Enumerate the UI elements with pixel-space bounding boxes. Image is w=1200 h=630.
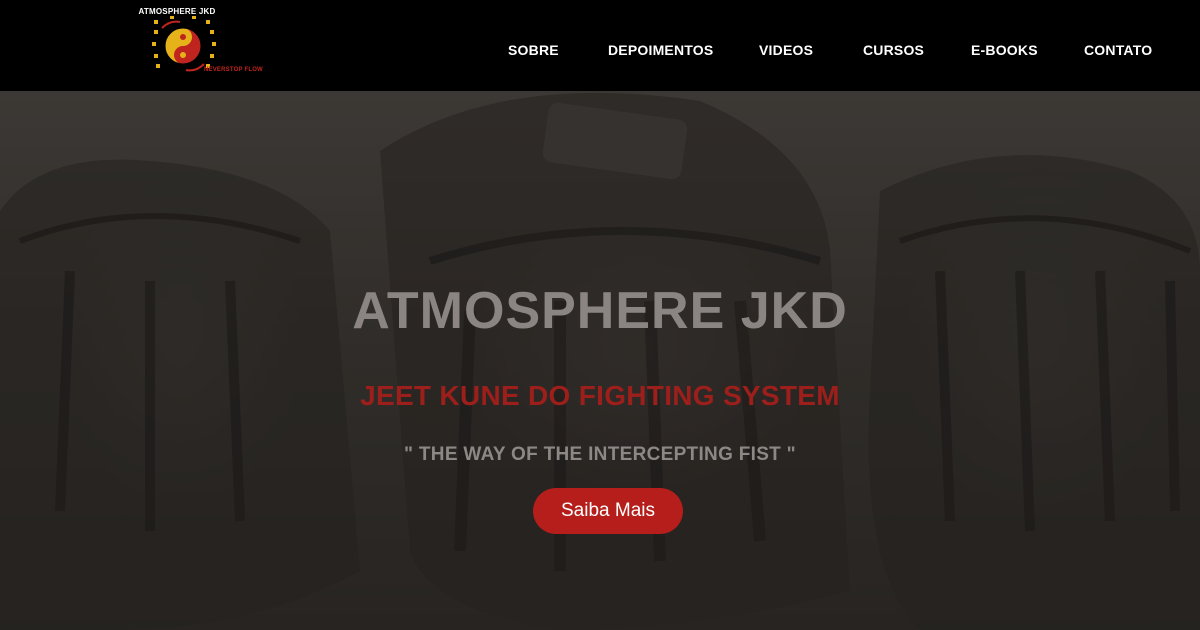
nav-cursos[interactable]: CURSOS — [863, 42, 924, 58]
hero-overlay — [0, 91, 1200, 630]
hero-quote: " THE WAY OF THE INTERCEPTING FIST " — [404, 444, 796, 465]
nav-sobre[interactable]: SOBRE — [508, 42, 559, 58]
hero-subtitle: JEET KUNE DO FIGHTING SYSTEM — [360, 380, 840, 411]
logo-tagline: NEVERSTOP FLOW — [204, 67, 263, 73]
hero-title: ATMOSPHERE JKD — [352, 282, 848, 340]
site-header: ATMOSPHERE JKD NEVERSTOP FLOW SOBRE DEPO — [0, 0, 1200, 91]
nav-depoimentos[interactable]: DEPOIMENTOS — [608, 42, 713, 58]
saiba-mais-button[interactable]: Saiba Mais — [533, 488, 683, 534]
nav-videos[interactable]: VIDEOS — [759, 42, 813, 58]
hero-section: ATMOSPHERE JKD JEET KUNE DO FIGHTING SYS… — [0, 91, 1200, 630]
logo[interactable]: ATMOSPHERE JKD NEVERSTOP FLOW — [118, 4, 268, 84]
main-nav: SOBRE DEPOIMENTOS VIDEOS CURSOS E-BOOKS … — [500, 0, 1200, 91]
nav-contato[interactable]: CONTATO — [1084, 42, 1152, 58]
logo-title: ATMOSPHERE JKD — [138, 7, 216, 16]
nav-ebooks[interactable]: E-BOOKS — [971, 42, 1038, 58]
